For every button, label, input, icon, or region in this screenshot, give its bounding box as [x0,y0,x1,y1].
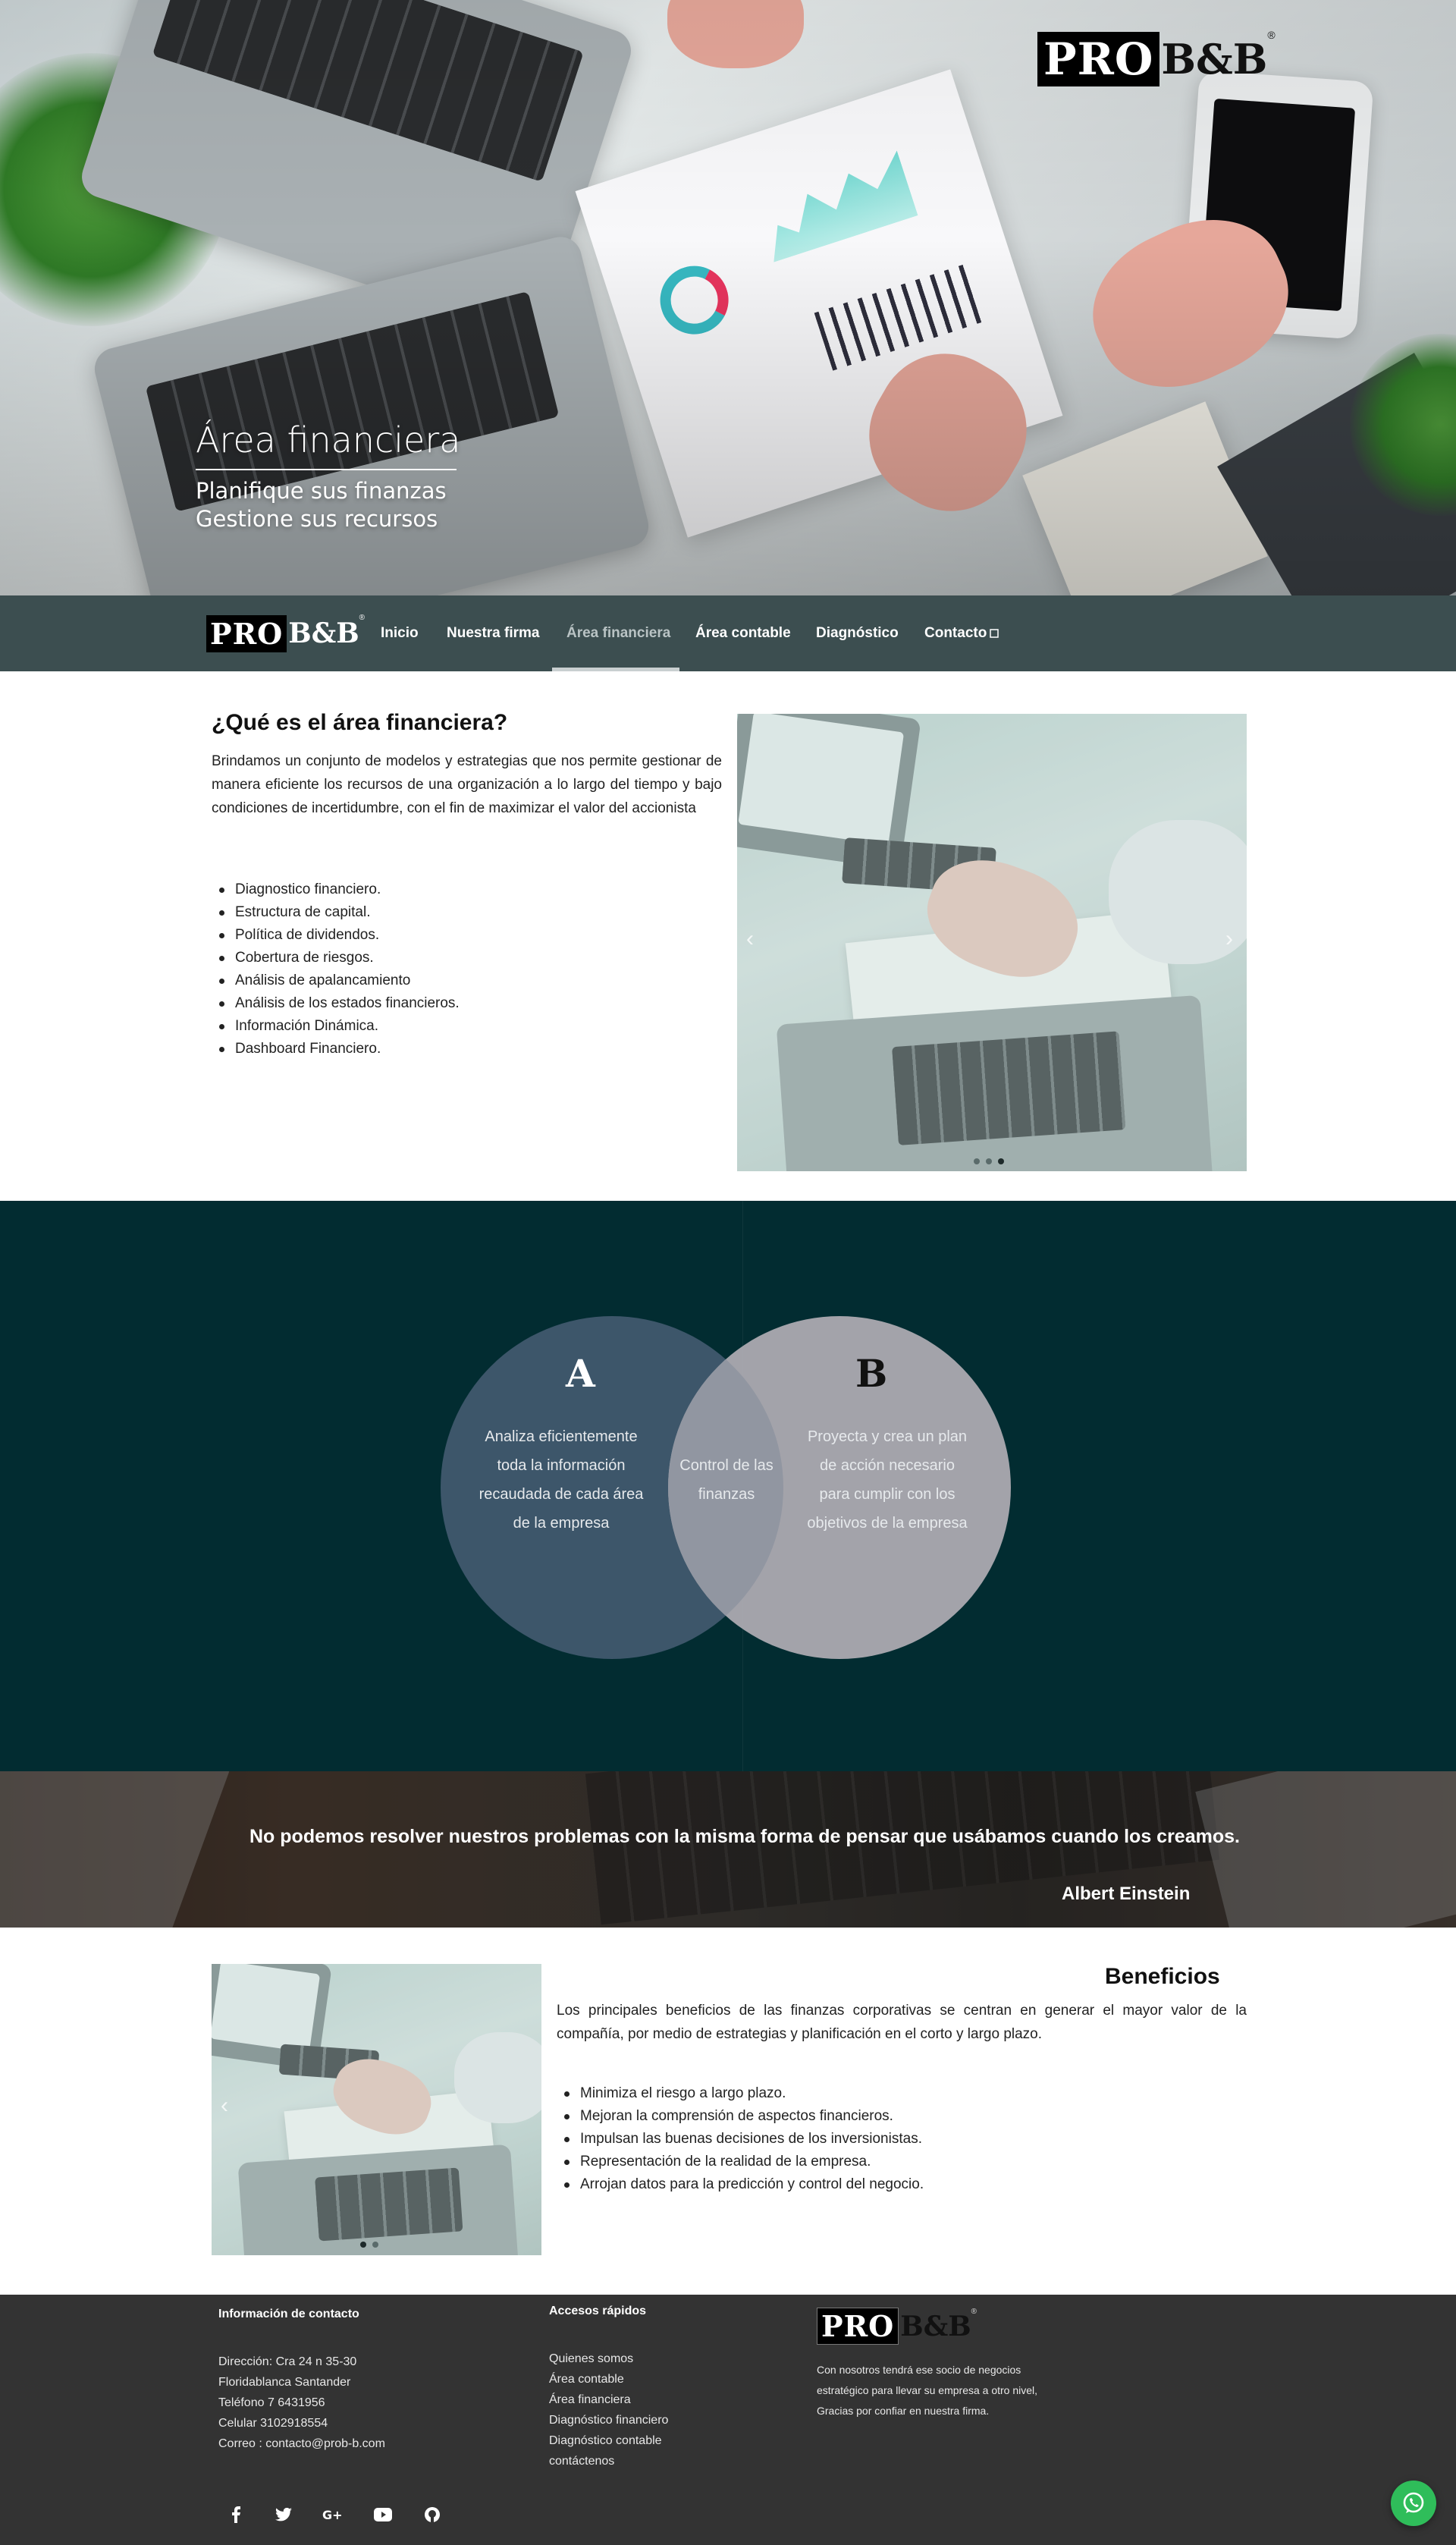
carousel-prev-icon[interactable]: ‹ [746,926,754,952]
footer-logo-registered: ® [971,2308,977,2316]
footer-about-line: estratégico para llevar su empresa a otr… [817,2384,1038,2396]
list-item: Impulsan las buenas decisiones de los in… [564,2128,922,2151]
facebook-icon[interactable] [224,2503,247,2526]
nav-logo-pro: PRO [206,614,287,652]
nav-logo[interactable]: PRO B&B ® [206,614,365,653]
circle-a-letter: A [566,1351,595,1396]
venn-section: A B Analiza eficientemente toda la infor… [0,1201,1456,1771]
footer-logo-pro: PRO [817,2308,899,2345]
quote-author: Albert Einstein [1062,1884,1191,1904]
circle-b-text: Proyecta y crea un plan de acción necesa… [796,1422,978,1538]
circle-a-text: Analiza eficientemente toda la informaci… [470,1422,652,1538]
main-navigation: PRO B&B ® Inicio Nuestra firma Área fina… [0,595,1456,671]
circle-a-line: recaudada de cada área [479,1486,644,1503]
hero-subtitle-1: Planifique sus finanzas [196,478,447,504]
nav-logo-bb: B&B [288,617,359,649]
footer-about-line: Con nosotros tendrá ese socio de negocio… [817,2364,1021,2376]
footer-contact-line: Teléfono 7 6431956 [218,2396,325,2409]
circle-a-line: Analiza eficientemente [485,1428,638,1445]
whatsapp-button[interactable] [1391,2481,1436,2526]
list-item: Análisis de apalancamiento [218,969,410,992]
circle-b-line: para cumplir con los [819,1486,956,1503]
hero-divider [196,469,457,470]
hero-subtitle-2: Gestione sus recursos [196,506,438,532]
svg-text:G+: G+ [322,2508,343,2521]
circle-a-line: toda la información [497,1457,626,1474]
footer-logo[interactable]: PRO B&B ® [817,2308,977,2345]
list-item: Minimiza el riesgo a largo plazo. [563,2082,786,2105]
nav-active-indicator [552,668,679,671]
logo-pro: PRO [1037,32,1160,86]
list-item: Política de dividendos. [218,924,379,947]
nav-item-area-financiera[interactable]: Área financiera [566,623,670,644]
benefits-title: Beneficios [1105,1964,1220,1989]
about-image-carousel[interactable]: ‹ › [737,714,1247,1171]
footer-link-diagnostico-contable[interactable]: Diagnóstico contable [549,2430,662,2451]
nav-item-area-contable[interactable]: Área contable [695,623,791,644]
circle-b-line: objetivos de la empresa [807,1515,968,1532]
carousel-dot[interactable] [372,2242,378,2248]
intersection-line: finanzas [698,1486,755,1503]
footer-about-line: Gracias por confiar en nuestra firma. [817,2405,990,2417]
hero-title: Área financiera [196,419,461,460]
benefits-description: Los principales beneficios de las finanz… [557,2003,1247,2042]
github-icon[interactable] [421,2503,444,2526]
list-item: Mejoran la comprensión de aspectos finan… [564,2105,893,2128]
list-item: Diagnostico financiero. [218,878,381,901]
carousel-dot-active[interactable] [998,1158,1004,1164]
carousel-dot[interactable] [974,1158,980,1164]
nav-item-inicio[interactable]: Inicio [381,623,419,644]
footer-link-area-contable[interactable]: Área contable [549,2369,624,2389]
hero-banner: PRO B&B ® Área financiera Planifique sus… [0,0,1456,595]
brand-logo[interactable]: PRO B&B ® [1037,29,1276,90]
footer-contact-line: Floridablanca Santander [218,2376,351,2389]
carousel-prev-icon[interactable]: ‹ [221,2093,228,2119]
quote-text: No podemos resolver nuestros problemas c… [249,1826,1240,1847]
logo-bb: B&B [1161,35,1268,83]
footer-link-diagnostico-financiero[interactable]: Diagnóstico financiero [549,2410,668,2430]
footer-link-area-financiera[interactable]: Área financiera [549,2389,631,2410]
youtube-icon[interactable] [372,2503,394,2526]
quote-banner: No podemos resolver nuestros problemas c… [0,1771,1456,1928]
circle-b-letter: B [855,1351,888,1396]
footer-links-title: Accesos rápidos [549,2305,647,2317]
nav-item-contacto[interactable]: Contacto [924,623,987,644]
footer-link-quienes-somos[interactable]: Quienes somos [549,2349,633,2369]
nav-logo-registered: ® [359,614,365,622]
list-item: Representación de la realidad de la empr… [563,2151,871,2173]
nav-item-nuestra-firma[interactable]: Nuestra firma [447,623,540,644]
about-description: Brindamos un conjunto de modelos y estra… [212,753,722,816]
list-item: Cobertura de riesgos. [219,947,374,969]
carousel-dot-active[interactable] [360,2242,366,2248]
footer-contact-email[interactable]: Correo : contacto@prob-b.com [218,2433,385,2454]
footer-link-contactenos[interactable]: contáctenos [549,2451,614,2471]
list-item: Estructura de capital. [218,901,370,924]
external-link-icon[interactable] [990,623,999,644]
intersection-line: Control de las [679,1457,774,1474]
list-item: Arrojan datos para la predicción y contr… [563,2173,924,2196]
intersection-text: Control de las finanzas [672,1451,781,1509]
twitter-icon[interactable] [272,2503,295,2526]
footer-contact-line: Dirección: Cra 24 n 35-30 [218,2355,357,2368]
footer-contact-title: Información de contacto [218,2308,359,2320]
google-plus-icon[interactable]: G+ [322,2503,344,2526]
carousel-next-icon[interactable]: › [1225,926,1233,952]
nav-item-diagnostico[interactable]: Diagnóstico [816,623,899,644]
list-item: Información Dinámica. [218,1015,378,1038]
list-item: Análisis de los estados financieros. [219,992,460,1015]
circle-a-line: de la empresa [513,1515,610,1532]
whatsapp-icon [1403,2492,1424,2513]
list-item: Dashboard Financiero. [218,1038,381,1060]
benefits-image-carousel[interactable]: ‹ [212,1964,541,2255]
circle-b-line: de acción necesario [820,1457,955,1474]
about-title: ¿Qué es el área financiera? [212,710,508,735]
logo-registered: ® [1267,29,1276,41]
footer-logo-bb: B&B [900,2310,971,2342]
circle-b-line: Proyecta y crea un plan [807,1428,968,1445]
carousel-dot[interactable] [986,1158,992,1164]
footer-contact-line: Celular 3102918554 [218,2417,328,2430]
